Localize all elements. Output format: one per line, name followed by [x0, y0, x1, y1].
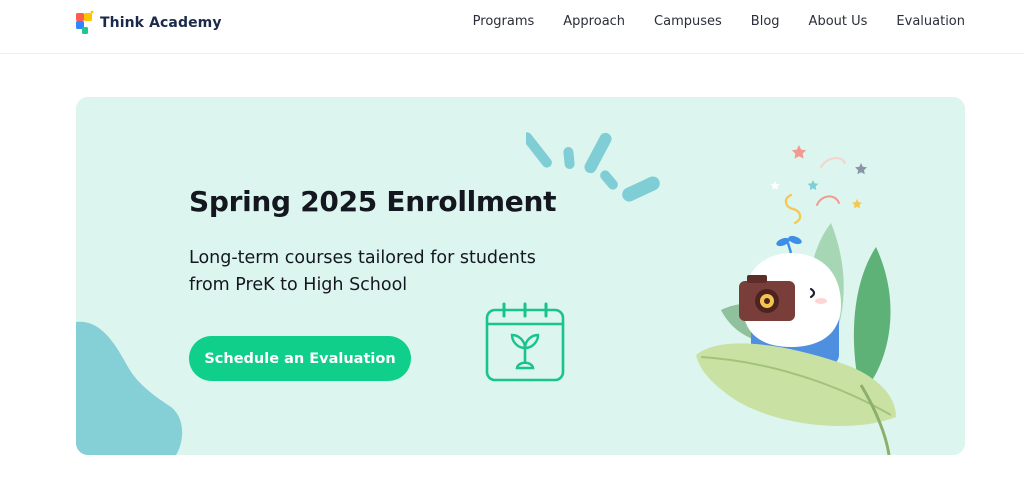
- banner-subtitle: Long-term courses tailored for students …: [189, 245, 609, 299]
- nav-blog[interactable]: Blog: [751, 14, 780, 29]
- brand-name: Think Academy: [100, 15, 222, 31]
- nav-approach[interactable]: Approach: [563, 14, 625, 29]
- nav-evaluation[interactable]: Evaluation: [896, 14, 965, 29]
- schedule-evaluation-button[interactable]: Schedule an Evaluation: [189, 336, 411, 381]
- site-header: Think Academy Programs Approach Campuses…: [0, 0, 1024, 54]
- nav-campuses[interactable]: Campuses: [654, 14, 722, 29]
- think-academy-logo-icon: [76, 10, 94, 34]
- nav-programs[interactable]: Programs: [473, 14, 535, 29]
- mascot-with-camera-illustration: [696, 145, 896, 455]
- decorative-blob: [76, 321, 183, 455]
- banner-subtitle-line-1: Long-term courses tailored for students: [189, 248, 536, 268]
- enrollment-banner[interactable]: Spring 2025 Enrollment Long-term courses…: [76, 97, 965, 455]
- brand-logo[interactable]: Think Academy: [76, 9, 222, 37]
- banner-subtitle-line-2: from PreK to High School: [189, 275, 408, 295]
- banner-title: Spring 2025 Enrollment: [189, 185, 557, 218]
- main-nav: Programs Approach Campuses Blog About Us…: [444, 0, 965, 42]
- nav-about-us[interactable]: About Us: [809, 14, 868, 29]
- calendar-sprout-icon: [485, 302, 565, 382]
